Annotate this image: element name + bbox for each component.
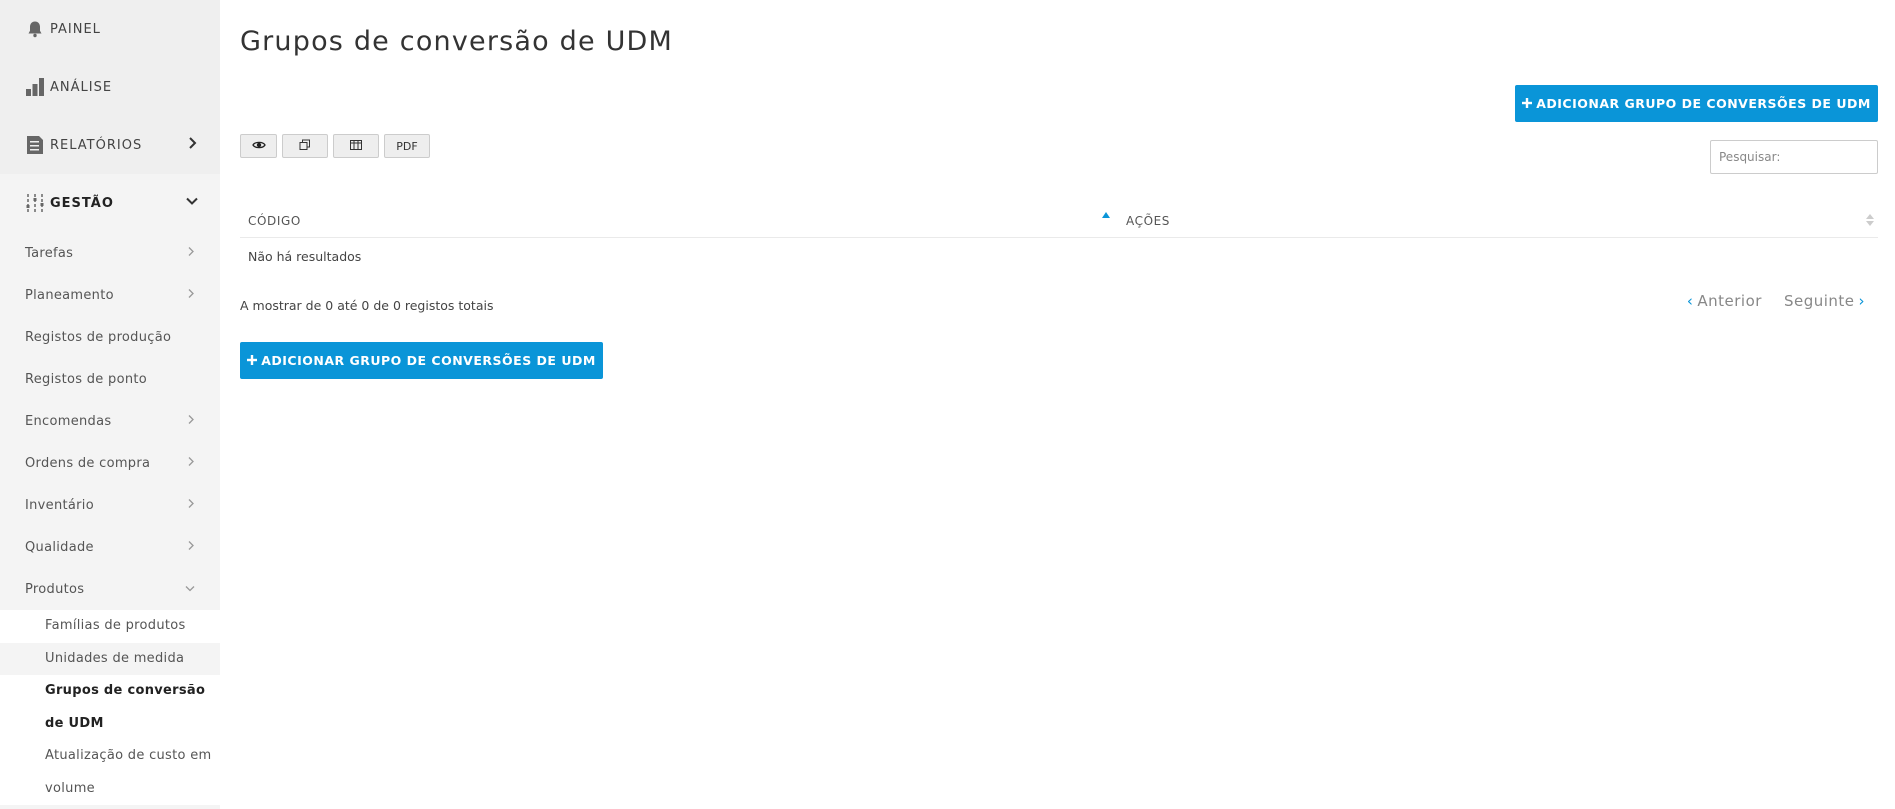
chevron-right-icon: ›	[1858, 292, 1865, 310]
sidebar-item-label: GESTÃO	[50, 195, 114, 211]
table-info: A mostrar de 0 até 0 de 0 registos totai…	[240, 298, 494, 313]
table-toolbar: PDF	[240, 134, 430, 158]
sidebar-item-label: ANÁLISE	[50, 79, 113, 95]
eye-icon	[251, 140, 266, 153]
plus-icon	[1522, 96, 1533, 111]
sidebar-item-encomendas[interactable]: Encomendas	[0, 400, 220, 442]
pdf-export-button[interactable]: PDF	[384, 134, 430, 158]
pagination: ‹ Anterior Seguinte ›	[1687, 292, 1865, 310]
sidebar-item-analise[interactable]: ANÁLISE	[0, 58, 220, 116]
sidebar-item-label: Produtos	[25, 581, 85, 597]
column-header-codigo[interactable]: CÓDIGO	[240, 204, 1118, 238]
add-group-button-bottom[interactable]: ADICIONAR GRUPO DE CONVERSÕES DE UDM	[240, 342, 603, 379]
main-content: Grupos de conversão de UDM ADICIONAR GRU…	[220, 0, 1895, 809]
sidebar-item-planeamento[interactable]: Planeamento	[0, 274, 220, 316]
sidebar-item-label: PAINEL	[50, 21, 101, 37]
chevron-right-icon	[188, 137, 198, 153]
sidebar-item-label: Registos de produção	[25, 329, 172, 345]
column-header-label: AÇÕES	[1126, 213, 1171, 228]
bell-icon	[24, 18, 46, 40]
chevron-down-icon	[185, 582, 195, 597]
sidebar-item-label: Inventário	[25, 497, 94, 513]
sidebar-item-inventario[interactable]: Inventário	[0, 484, 220, 526]
search-input[interactable]	[1710, 140, 1878, 174]
previous-page-label: Anterior	[1697, 292, 1762, 310]
sidebar-item-label: Registos de ponto	[25, 371, 148, 387]
plus-icon	[247, 353, 258, 368]
empty-row: Não há resultados	[248, 248, 362, 264]
add-group-button-label: ADICIONAR GRUPO DE CONVERSÕES DE UDM	[261, 353, 596, 368]
column-visibility-button[interactable]	[240, 134, 277, 158]
sidebar-item-label: RELATÓRIOS	[50, 137, 143, 153]
sidebar-item-atualizacao-custo[interactable]: Atualização de custo em volume	[0, 740, 220, 805]
sidebar-item-painel[interactable]: PAINEL	[0, 0, 220, 58]
sliders-icon	[24, 192, 46, 214]
next-page-label: Seguinte	[1783, 292, 1855, 310]
sidebar-item-ordens-compra[interactable]: Ordens de compra	[0, 442, 220, 484]
copy-icon	[299, 139, 311, 154]
sidebar-item-label: Tarefas	[25, 245, 74, 261]
add-group-button-top[interactable]: ADICIONAR GRUPO DE CONVERSÕES DE UDM	[1515, 85, 1878, 122]
chevron-right-icon	[188, 456, 195, 471]
sort-ascending-icon	[1102, 211, 1110, 218]
sidebar-item-label: Ordens de compra	[25, 455, 151, 471]
copy-button[interactable]	[282, 134, 328, 158]
page-title: Grupos de conversão de UDM	[240, 26, 674, 57]
add-group-button-label: ADICIONAR GRUPO DE CONVERSÕES DE UDM	[1536, 96, 1871, 111]
previous-page-button[interactable]: ‹ Anterior	[1687, 292, 1762, 310]
chevron-right-icon	[188, 540, 195, 555]
chevron-right-icon	[188, 498, 195, 513]
sidebar-item-gestao[interactable]: GESTÃO	[0, 174, 220, 232]
sidebar-item-relatorios[interactable]: RELATÓRIOS	[0, 116, 220, 174]
sidebar-item-qualidade[interactable]: Qualidade	[0, 526, 220, 568]
table-header: CÓDIGO AÇÕES	[240, 204, 1878, 238]
column-header-label: CÓDIGO	[248, 213, 301, 228]
chevron-right-icon	[188, 288, 195, 303]
products-submenu: Famílias de produtos Unidades de medida …	[0, 610, 220, 805]
data-table: CÓDIGO AÇÕES Não há resultados	[240, 204, 1878, 274]
chevron-right-icon	[188, 414, 195, 429]
excel-export-button[interactable]	[333, 134, 379, 158]
sidebar-item-registos-ponto[interactable]: Registos de ponto	[0, 358, 220, 400]
next-page-button[interactable]: Seguinte ›	[1784, 292, 1865, 310]
sidebar-item-unidades-medida[interactable]: Unidades de medida	[0, 642, 220, 675]
app-window: PAINEL ANÁLISE RELATÓRIOS GESTÃO Tarefas…	[0, 0, 1895, 809]
sidebar-item-label: Qualidade	[25, 539, 94, 555]
chevron-down-icon	[186, 196, 198, 211]
sidebar-item-label: Encomendas	[25, 413, 112, 429]
bar-chart-icon	[24, 76, 46, 98]
sidebar-item-label: Planeamento	[25, 287, 114, 303]
column-header-acoes[interactable]: AÇÕES	[1118, 204, 1878, 238]
sidebar-item-registos-producao[interactable]: Registos de produção	[0, 316, 220, 358]
sort-icon	[1866, 213, 1874, 226]
report-icon	[24, 134, 46, 156]
chevron-right-icon	[188, 246, 195, 261]
sidebar-item-grupos-conversao[interactable]: Grupos de conversão de UDM	[0, 675, 220, 740]
table-icon	[350, 139, 362, 153]
sidebar-item-familias-produtos[interactable]: Famílias de produtos	[0, 610, 220, 643]
sidebar-item-produtos[interactable]: Produtos	[0, 568, 220, 610]
sidebar-item-tarefas[interactable]: Tarefas	[0, 232, 220, 274]
chevron-left-icon: ‹	[1686, 292, 1694, 310]
sidebar: PAINEL ANÁLISE RELATÓRIOS GESTÃO Tarefas…	[0, 0, 220, 809]
